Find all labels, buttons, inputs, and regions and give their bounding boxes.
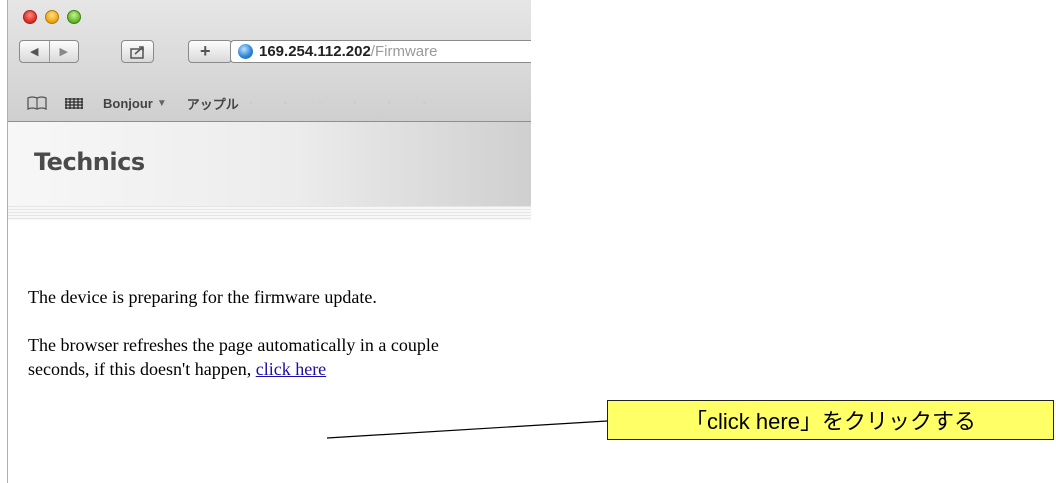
close-window-button[interactable] — [23, 10, 37, 24]
bookmarks-bar: Bonjour ▼ アップル · · · · · · — [8, 86, 531, 120]
forward-button[interactable]: ▶ — [48, 41, 79, 62]
url-host: 169.254.112.202 — [259, 43, 371, 60]
add-bookmark-button[interactable]: + — [188, 40, 232, 63]
click-here-link[interactable]: click here — [256, 359, 326, 379]
share-button[interactable] — [121, 40, 154, 63]
chevron-down-icon: ▼ — [156, 97, 167, 109]
minimize-window-button[interactable] — [45, 10, 59, 24]
status-message: The device is preparing for the firmware… — [28, 287, 377, 307]
back-forward-buttons: ◀ ▶ — [19, 40, 79, 63]
browser-window: ◀ ▶ + 169.254.112.202/Firmware Bonjour ▼… — [7, 0, 531, 483]
address-bar[interactable]: 169.254.112.202/Firmware — [230, 40, 531, 63]
instruction-callout: 「click here」をクリックする — [607, 400, 1054, 440]
bookmark-apple[interactable]: アップル — [187, 94, 239, 113]
callout-text: 「click here」をクリックする — [685, 409, 976, 434]
page-content: The device is preparing for the firmware… — [28, 285, 468, 405]
back-arrow-icon: ◀ — [30, 46, 39, 58]
zoom-window-button[interactable] — [67, 10, 81, 24]
technics-logo: Technics — [34, 148, 145, 176]
back-button[interactable]: ◀ — [20, 41, 49, 62]
url-path: /Firmware — [370, 43, 438, 60]
bookmark-bonjour[interactable]: Bonjour — [103, 96, 153, 111]
refresh-message: The browser refreshes the page automatic… — [28, 333, 468, 381]
site-header: Technics — [8, 122, 531, 220]
reading-list-icon[interactable] — [27, 96, 47, 110]
bookmark-bar-separator: · · · · · · — [248, 97, 441, 109]
share-icon — [129, 45, 144, 59]
globe-icon — [238, 44, 253, 59]
forward-arrow-icon: ▶ — [59, 46, 68, 58]
plus-icon: + — [200, 41, 211, 61]
browser-toolbar: ◀ ▶ + 169.254.112.202/Firmware Bonjour ▼… — [8, 0, 531, 122]
top-sites-grid-icon[interactable] — [65, 97, 83, 109]
refresh-text: The browser refreshes the page automatic… — [28, 335, 439, 379]
